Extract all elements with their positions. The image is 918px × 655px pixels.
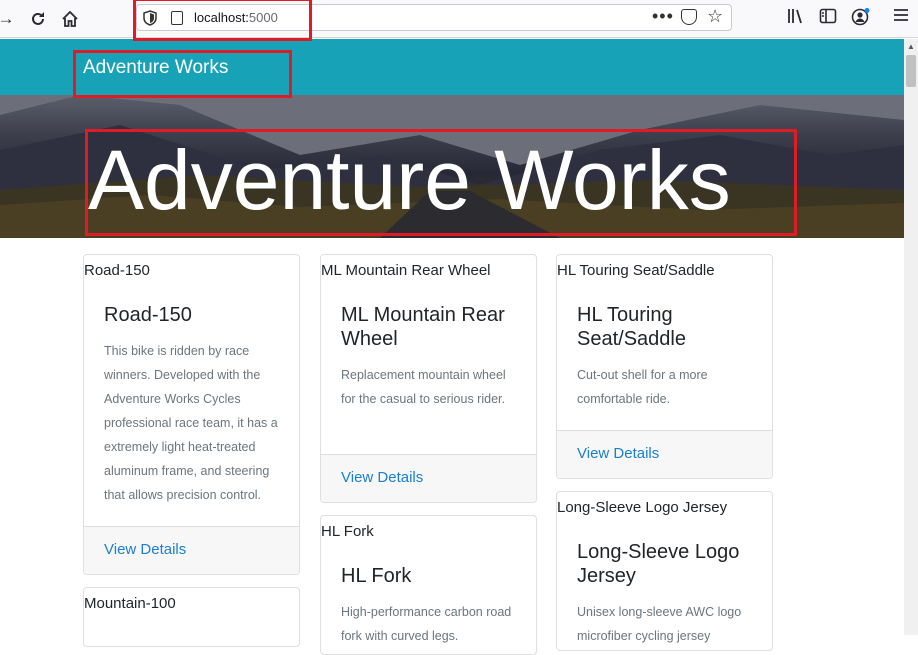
page-scrollbar[interactable]: ▲ [904,39,918,635]
product-card: HL Fork HL Fork High-performance carbon … [320,515,537,655]
hero-highlight-box [85,129,797,236]
product-card: Road-150 Road-150 This bike is ridden by… [83,254,300,575]
card-header: ML Mountain Rear Wheel [321,262,491,279]
view-details-link[interactable]: View Details [104,541,186,558]
card-description: Replacement mountain wheel for the casua… [341,368,506,406]
card-footer: View Details [557,430,772,478]
more-dots-icon[interactable]: ••• [652,6,674,27]
hamburger-menu-icon[interactable] [893,7,909,27]
reload-icon[interactable] [26,7,50,31]
card-title: Long-Sleeve Logo Jersey [577,541,740,587]
card-title: HL Fork [341,565,412,587]
home-icon[interactable] [58,7,82,31]
product-card: Long-Sleeve Logo Jersey Long-Sleeve Logo… [556,491,773,651]
card-description: This bike is ridden by race winners. Dev… [104,344,278,502]
card-header: HL Fork [321,523,374,540]
card-title: ML Mountain Rear Wheel [341,304,505,350]
card-header: HL Touring Seat/Saddle [557,262,715,279]
card-title: HL Touring Seat/Saddle [577,304,686,350]
product-card: ML Mountain Rear Wheel ML Mountain Rear … [320,254,537,503]
scroll-up-icon[interactable]: ▲ [907,42,915,51]
star-icon[interactable]: ☆ [707,6,723,27]
card-footer: View Details [321,454,536,502]
pocket-icon[interactable] [681,9,697,25]
card-description: High-performance carbon road fork with c… [341,605,512,643]
card-description: Unisex long-sleeve AWC logo microfiber c… [577,605,742,643]
card-header: Long-Sleeve Logo Jersey [557,499,728,516]
card-title: Road-150 [104,304,192,326]
scroll-thumb[interactable] [906,55,916,87]
product-card: HL Touring Seat/Saddle HL Touring Seat/S… [556,254,773,479]
card-header: Road-150 [84,262,150,279]
card-footer: View Details [84,526,299,574]
url-highlight-box [133,0,312,41]
product-card: Mountain-100 [83,587,300,647]
card-header: Mountain-100 [84,595,176,612]
account-icon[interactable] [851,7,871,31]
forward-arrow-icon[interactable]: → [0,7,18,31]
card-description: Cut-out shell for a more comfortable rid… [577,368,708,406]
brand-highlight-box [73,50,292,98]
sidebar-icon[interactable] [819,7,837,29]
library-icon[interactable] [787,7,805,29]
view-details-link[interactable]: View Details [341,469,423,486]
view-details-link[interactable]: View Details [577,445,659,462]
